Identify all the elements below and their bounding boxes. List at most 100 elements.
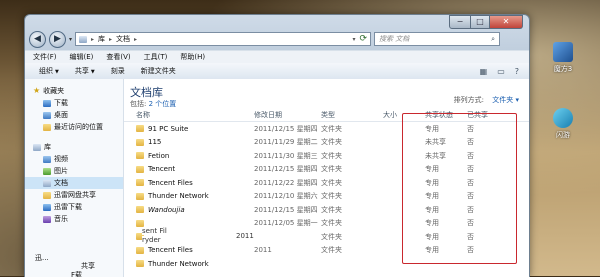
search-input[interactable]: 搜索 文档 ⌕	[374, 32, 501, 46]
share-button[interactable]: 共享 ▼	[69, 66, 101, 76]
file-type: 文件夹	[321, 232, 342, 241]
back-button[interactable]: ◀	[29, 30, 46, 48]
burn-button[interactable]: 刻录	[105, 66, 131, 76]
chevron-down-icon: ▼	[55, 69, 59, 75]
menu-bar: 文件(F) 编辑(E) 查看(V) 工具(T) 帮助(H)	[25, 50, 529, 63]
file-type: 文件夹	[321, 192, 342, 201]
folder-icon	[136, 192, 144, 200]
title-bar: − □ ✕	[25, 15, 529, 29]
menu-view[interactable]: 查看(V)	[106, 52, 130, 62]
sidebar-item-videos[interactable]: 视频	[25, 153, 123, 165]
file-name: 91 PC Suite	[148, 124, 189, 133]
forward-button[interactable]: ▶	[49, 30, 66, 48]
sidebar-item-pictures[interactable]: 图片	[25, 165, 123, 177]
recent-pages-dropdown[interactable]: ▾	[69, 36, 72, 43]
library-header: 文档库 包括: 2 个位置 排列方式: 文件夹 ▾	[124, 79, 529, 109]
desktop-icon-shanyou[interactable]: 闪游	[543, 108, 583, 140]
arrange-dropdown[interactable]: 文件夹 ▾	[492, 96, 519, 104]
menu-help[interactable]: 帮助(H)	[180, 52, 205, 62]
preview-pane-icon[interactable]: ▭	[497, 67, 505, 76]
breadcrumb-documents[interactable]: 文档	[116, 34, 130, 44]
chevron-right-icon[interactable]: ▸	[91, 36, 94, 43]
music-icon	[43, 215, 51, 223]
sidebar-item-label: 文档	[54, 179, 68, 187]
file-name-cell: Tencent Files	[124, 179, 254, 187]
file-name-cell: Thunder Network	[124, 192, 254, 200]
file-name-cell: Tencent	[124, 165, 254, 173]
file-name: 115	[148, 138, 162, 147]
favorites-group: ★ 收藏夹 下载 桌面 最近访问的位置	[25, 79, 123, 133]
locations-link[interactable]: 2 个位置	[149, 100, 177, 108]
libraries-header[interactable]: 库	[25, 141, 123, 153]
folder-icon	[136, 125, 144, 133]
sidebar-item-label: 桌面	[54, 111, 68, 119]
file-type: 文件夹	[321, 151, 342, 160]
column-header-type[interactable]: 类型	[321, 110, 383, 120]
sidebar-item-downloads[interactable]: 下载	[25, 97, 123, 109]
file-date: 2011/12/15 星期四	[254, 124, 318, 133]
desktop-icon-mofang[interactable]: 魔方3	[543, 42, 583, 74]
file-date: 2011/12/15 星期四	[254, 205, 318, 214]
address-bar[interactable]: ▸ 库 ▸ 文档 ▸ ▾ ⟳	[75, 32, 372, 46]
breadcrumb-libraries[interactable]: 库	[98, 34, 105, 44]
menu-file[interactable]: 文件(F)	[33, 52, 57, 62]
glitch-text: 共享	[81, 262, 95, 270]
chevron-right-icon[interactable]: ▸	[134, 36, 137, 43]
file-name: Tencent Files	[148, 178, 193, 187]
maximize-button[interactable]: □	[471, 15, 490, 29]
sidebar-item-label: 音乐	[54, 215, 68, 223]
folder-icon	[136, 152, 144, 160]
organize-button[interactable]: 组织 ▼	[33, 66, 65, 76]
file-name-cell: Thunder Network	[124, 260, 254, 268]
libraries-label: 库	[44, 143, 51, 151]
file-date: 2011	[254, 246, 272, 255]
window-controls: − □ ✕	[449, 15, 523, 29]
sidebar-item-label: 迅雷下载	[54, 203, 82, 211]
help-icon[interactable]: ?	[515, 67, 519, 76]
chevron-down-icon: ▼	[90, 69, 95, 75]
file-date: 2011/12/10 星期六	[254, 192, 318, 201]
file-date: 2011/11/29 星期二	[254, 138, 318, 147]
sidebar-item-recent[interactable]: 最近访问的位置	[25, 121, 123, 133]
chevron-right-icon[interactable]: ▸	[109, 36, 112, 43]
file-name: Thunder Network	[148, 192, 209, 201]
column-header-date[interactable]: 修改日期	[254, 110, 321, 120]
file-date: 2011/12/22 星期四	[254, 178, 318, 187]
file-name: Fetion	[148, 151, 170, 160]
library-icon	[33, 143, 41, 151]
search-placeholder: 搜索 文档	[379, 35, 410, 43]
sidebar-item-label: 图片	[54, 167, 68, 175]
column-header-name[interactable]: 名称	[124, 110, 254, 120]
sidebar-item-thunder-download[interactable]: 迅雷下载	[25, 201, 123, 213]
refresh-icon[interactable]: ⟳	[359, 34, 367, 44]
picture-icon	[43, 167, 51, 175]
sidebar-item-thunder-share[interactable]: 迅雷网盘共享	[25, 189, 123, 201]
render-glitch: 迅... 共享 F载	[25, 249, 123, 277]
file-name-cell: Fetion	[124, 152, 254, 160]
menu-edit[interactable]: 编辑(E)	[70, 52, 94, 62]
file-name-cell: 91 PC Suite	[124, 125, 254, 133]
folder-icon	[136, 219, 144, 227]
folder-icon	[43, 191, 51, 199]
arrange-label: 排列方式:	[453, 96, 485, 104]
minimize-button[interactable]: −	[449, 15, 471, 29]
file-name-cell: Wandoujia	[124, 206, 254, 214]
file-date: 2011/12/15 星期四	[254, 165, 318, 174]
close-button[interactable]: ✕	[490, 15, 523, 29]
folder-icon	[136, 260, 144, 268]
file-type: 文件夹	[321, 219, 342, 228]
sidebar-item-desktop[interactable]: 桌面	[25, 109, 123, 121]
folder-icon	[136, 138, 144, 146]
chevron-down-icon[interactable]: ▾	[352, 36, 355, 43]
sidebar-item-label: 下载	[54, 99, 68, 107]
favorites-header[interactable]: ★ 收藏夹	[25, 85, 123, 97]
file-name-cell: Tencent Files	[124, 246, 254, 254]
file-name: Thunder Network	[148, 259, 209, 268]
new-folder-button[interactable]: 新建文件夹	[135, 66, 182, 76]
sidebar-item-music[interactable]: 音乐	[25, 213, 123, 225]
menu-tools[interactable]: 工具(T)	[144, 52, 168, 62]
sidebar-item-documents[interactable]: 文档	[25, 177, 123, 189]
library-subtitle: 包括: 2 个位置	[130, 99, 176, 109]
change-view-icon[interactable]: ▦	[480, 67, 488, 76]
search-icon[interactable]: ⌕	[491, 35, 495, 44]
